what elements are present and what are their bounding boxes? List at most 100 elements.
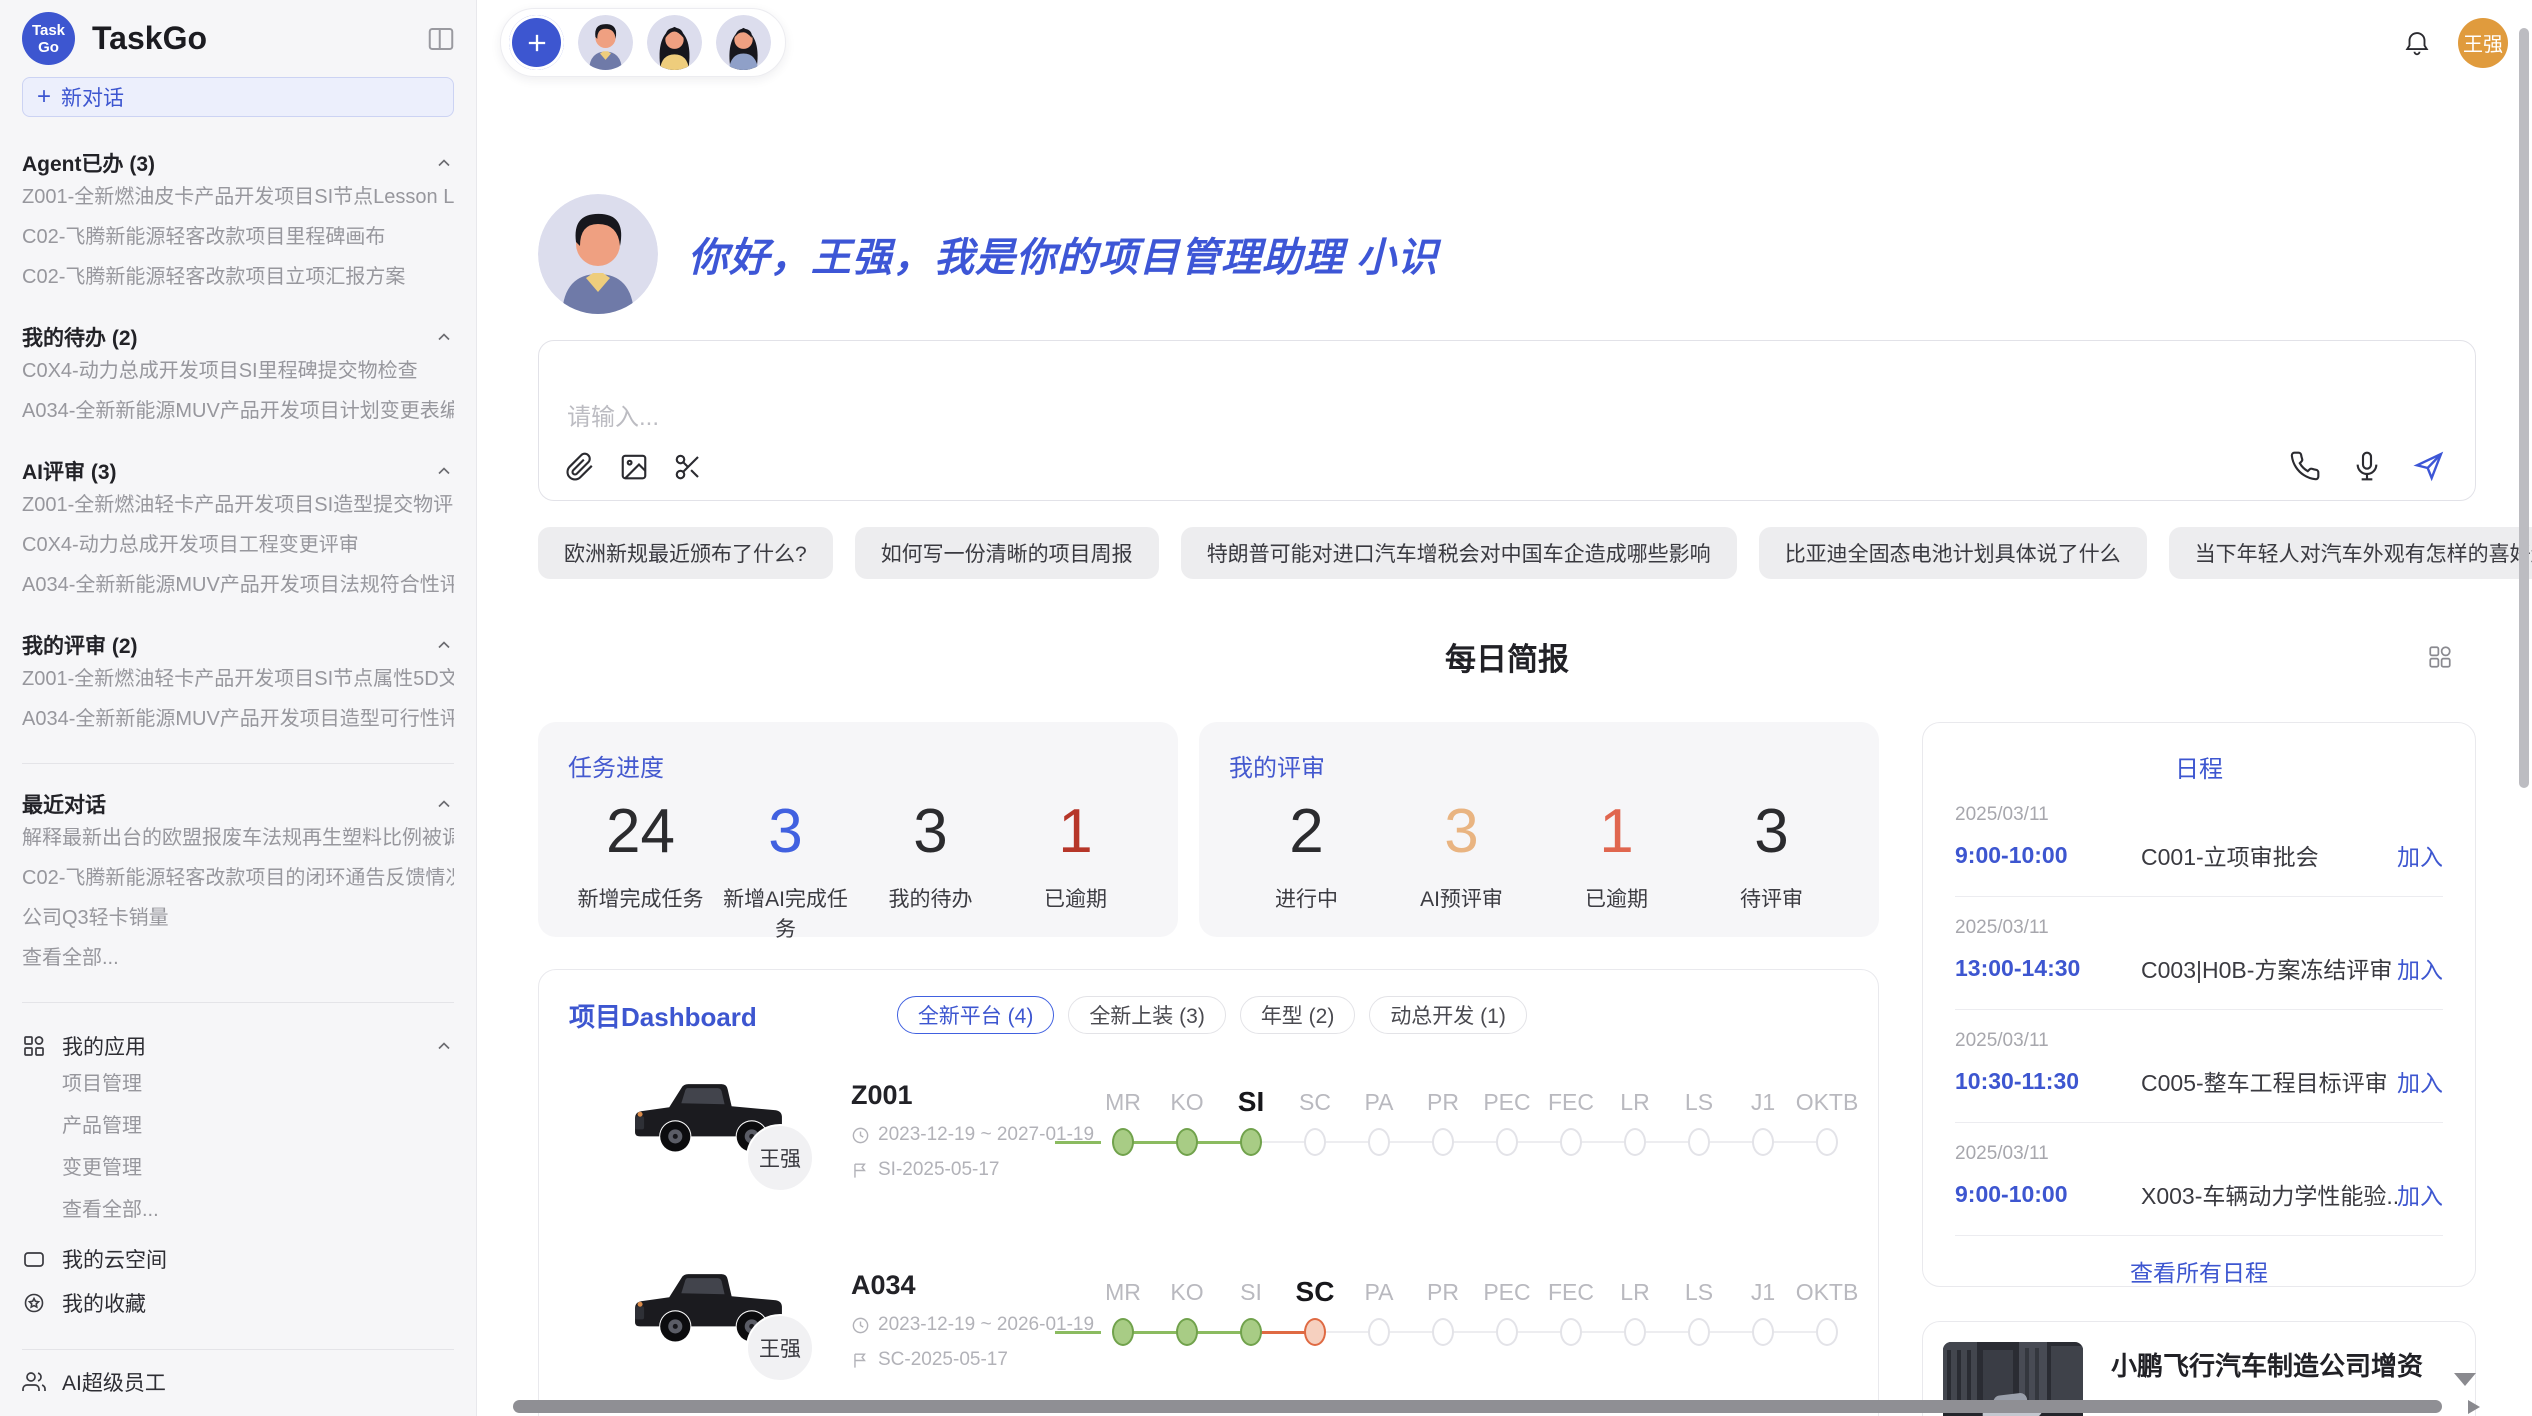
- my-apps-header[interactable]: 我的应用: [22, 1029, 454, 1063]
- user-avatar[interactable]: 王强: [2458, 18, 2508, 68]
- list-item[interactable]: C0X4-动力总成开发项目SI里程碑提交物检查: [22, 351, 454, 391]
- milestone-label: PR: [1411, 1084, 1475, 1120]
- chevron-up-icon[interactable]: [434, 635, 454, 655]
- section-header[interactable]: 我的待办 (2): [22, 323, 454, 351]
- stat-label: 待评审: [1694, 883, 1849, 913]
- suggestion-chip[interactable]: 特朗普可能对进口汽车增税会对中国车企造成哪些影响: [1181, 527, 1737, 579]
- milestone-dot: [1496, 1318, 1518, 1346]
- sidebar-item-cloud-space[interactable]: 我的云空间: [22, 1237, 454, 1281]
- milestone-dot: [1240, 1318, 1262, 1346]
- suggestion-chip[interactable]: 欧洲新规最近颁布了什么?: [538, 527, 833, 579]
- send-icon[interactable]: [2413, 450, 2445, 482]
- notification-bell-icon[interactable]: [2402, 28, 2432, 58]
- chevron-up-icon[interactable]: [434, 461, 454, 481]
- view-all-chats[interactable]: 查看全部...: [22, 938, 454, 978]
- left-column: 任务进度 24 新增完成任务 3 新增AI完成任务: [538, 722, 1879, 1416]
- stat-value: 1: [1003, 793, 1148, 871]
- section-my-todo: 我的待办 (2) C0X4-动力总成开发项目SI里程碑提交物检查 A034-全新…: [22, 323, 454, 431]
- section-header[interactable]: AI评审 (3): [22, 457, 454, 485]
- list-item[interactable]: A034-全新新能源MUV产品开发项目计划变更表编写: [22, 391, 454, 431]
- section-header[interactable]: 最近对话: [22, 790, 454, 818]
- project-owner-badge: 王强: [746, 1124, 814, 1192]
- vertical-scrollbar[interactable]: [2519, 28, 2529, 788]
- list-item[interactable]: C02-飞腾新能源轻客改款项目立项汇报方案: [22, 257, 454, 297]
- sidebar-item-ai-employee[interactable]: AI超级员工: [22, 1360, 454, 1404]
- list-item[interactable]: 解释最新出台的欧盟报废车法规再生塑料比例被调至15%...: [22, 818, 454, 858]
- milestone-label: OKTB: [1795, 1084, 1859, 1120]
- list-item[interactable]: Z001-全新燃油轻卡产品开发项目SI造型提交物评审: [22, 485, 454, 525]
- join-button[interactable]: 加入: [2397, 1177, 2443, 1211]
- suggestion-chip[interactable]: 如何写一份清晰的项目周报: [855, 527, 1159, 579]
- assistant-avatar-2[interactable]: [647, 15, 702, 70]
- app-link-project-mgmt[interactable]: 项目管理: [22, 1063, 454, 1105]
- list-item[interactable]: C02-飞腾新能源轻客改款项目的闭环通告反馈情况: [22, 858, 454, 898]
- app-link-change-mgmt[interactable]: 变更管理: [22, 1147, 454, 1189]
- scissors-icon[interactable]: [673, 452, 703, 482]
- section-header[interactable]: 我的评审 (2): [22, 631, 454, 659]
- milestone-timeline: MR KO SI SC PA PR PEC FEC LR LS J1: [1091, 1084, 1859, 1156]
- stat-label: 已逾期: [1539, 883, 1694, 913]
- assistant-avatar-1[interactable]: [578, 15, 633, 70]
- join-button[interactable]: 加入: [2397, 951, 2443, 985]
- schedule-event-title: C001-立项审批会: [2141, 838, 2397, 872]
- list-item[interactable]: C02-飞腾新能源轻客改款项目里程碑画布: [22, 217, 454, 257]
- list-item[interactable]: A034-全新新能源MUV产品开发项目造型可行性评审: [22, 699, 454, 739]
- logo-text-top: Task: [32, 22, 65, 39]
- microphone-icon[interactable]: [2351, 450, 2383, 482]
- insert-image-icon[interactable]: [619, 452, 649, 482]
- my-reviews-title: 我的评审: [1229, 748, 1849, 783]
- app-link-product-mgmt[interactable]: 产品管理: [22, 1105, 454, 1147]
- milestone-dot: [1752, 1128, 1774, 1156]
- new-chat-button[interactable]: + 新对话: [22, 77, 454, 117]
- list-item[interactable]: Z001-全新燃油皮卡产品开发项目SI节点Lesson Learn报告: [22, 177, 454, 217]
- favorites-label: 我的收藏: [62, 1288, 146, 1318]
- join-button[interactable]: 加入: [2397, 838, 2443, 872]
- stat-value: 3: [1384, 793, 1539, 871]
- suggestion-chip[interactable]: 当下年轻人对汽车外观有怎样的喜好趋势: [2169, 527, 2532, 579]
- sidebar-item-help-write[interactable]: 帮我写作: [22, 1404, 454, 1416]
- attachment-icon[interactable]: [565, 452, 595, 482]
- chat-input[interactable]: [567, 397, 2215, 441]
- section-header[interactable]: Agent已办 (3): [22, 149, 454, 177]
- section-ai-review: AI评审 (3) Z001-全新燃油轻卡产品开发项目SI造型提交物评审 C0X4…: [22, 457, 454, 605]
- add-assistant-button[interactable]: [509, 15, 564, 70]
- dashboard-header: 项目Dashboard 全新平台 (4) 全新上装 (3) 年型 (2) 动总开…: [569, 996, 1848, 1034]
- filter-new-body[interactable]: 全新上装 (3): [1068, 996, 1226, 1034]
- project-row-a034[interactable]: 王强 A034 2023-12-19 ~ 2026-01-19 SC-2025-…: [569, 1256, 1848, 1414]
- horizontal-scrollbar[interactable]: [513, 1400, 2442, 1413]
- chevron-up-icon[interactable]: [434, 153, 454, 173]
- collapse-sidebar-icon[interactable]: [426, 24, 456, 54]
- milestone-dot: [1560, 1318, 1582, 1346]
- app-logo: Task Go: [22, 12, 75, 65]
- view-all-schedule-link[interactable]: 查看所有日程: [1955, 1254, 2443, 1288]
- project-row-z001[interactable]: 王强 Z001 2023-12-19 ~ 2027-01-19 SI-2025-…: [569, 1066, 1848, 1224]
- stat-overdue: 1 已逾期: [1539, 793, 1694, 913]
- scroll-down-arrow[interactable]: [2454, 1373, 2476, 1386]
- milestone-dot: [1240, 1128, 1262, 1156]
- sidebar-item-favorites[interactable]: 我的收藏: [22, 1281, 454, 1325]
- list-item[interactable]: C0X4-动力总成开发项目工程变更评审: [22, 525, 454, 565]
- flag-text: SI-2025-05-17: [878, 1159, 999, 1181]
- section-agent-done: Agent已办 (3) Z001-全新燃油皮卡产品开发项目SI节点Lesson …: [22, 149, 454, 297]
- filter-powertrain[interactable]: 动总开发 (1): [1369, 996, 1527, 1034]
- join-button[interactable]: 加入: [2397, 1064, 2443, 1098]
- voice-call-icon[interactable]: [2289, 450, 2321, 482]
- layout-grid-icon[interactable]: [2427, 644, 2453, 670]
- list-item[interactable]: Z001-全新燃油轻卡产品开发项目SI节点属性5D文件评审: [22, 659, 454, 699]
- filter-model-year[interactable]: 年型 (2): [1240, 996, 1356, 1034]
- stat-label: 新增AI完成任务: [713, 883, 858, 943]
- chevron-up-icon[interactable]: [434, 1036, 454, 1056]
- milestone-label: LR: [1603, 1274, 1667, 1310]
- chevron-up-icon[interactable]: [434, 794, 454, 814]
- assistant-avatar-3[interactable]: [716, 15, 771, 70]
- scroll-right-arrow[interactable]: [2468, 1400, 2480, 1414]
- list-item[interactable]: 公司Q3轻卡销量: [22, 898, 454, 938]
- section-title: 我的待办 (2): [22, 322, 138, 352]
- list-item[interactable]: A034-全新新能源MUV产品开发项目法规符合性评审: [22, 565, 454, 605]
- view-all-apps[interactable]: 查看全部...: [22, 1189, 454, 1231]
- composer-tools-right: [2289, 450, 2445, 482]
- filter-new-platform[interactable]: 全新平台 (4): [897, 996, 1055, 1034]
- stat-value: 3: [1694, 793, 1849, 871]
- suggestion-chip[interactable]: 比亚迪全固态电池计划具体说了什么: [1759, 527, 2147, 579]
- chevron-up-icon[interactable]: [434, 327, 454, 347]
